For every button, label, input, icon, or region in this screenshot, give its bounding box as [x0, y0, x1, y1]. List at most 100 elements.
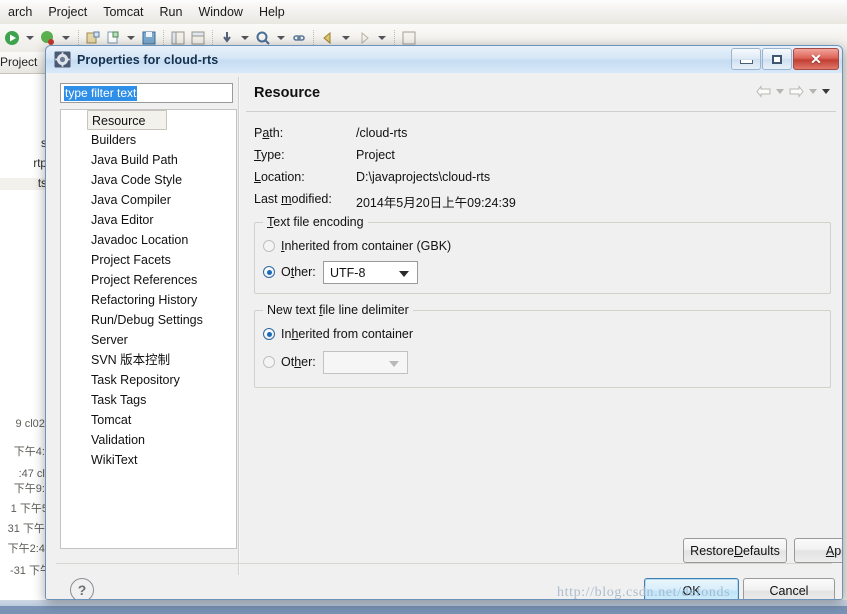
menu-bar: arch Project Tomcat Run Window Help: [0, 0, 847, 25]
encoding-inherited-radio-row[interactable]: Inherited from container (GBK): [263, 239, 451, 253]
type-value: Project: [356, 148, 395, 162]
dialog-body: type filter text Resource Builders Java …: [46, 73, 842, 599]
encoding-inherited-label: Inherited from container (GBK): [281, 239, 452, 253]
menu-item-help[interactable]: Help: [251, 3, 293, 21]
search-icon[interactable]: [255, 30, 271, 46]
text-file-encoding-group: Text file encoding Inherited from contai…: [254, 215, 831, 294]
tree-item-java-compiler[interactable]: Java Compiler: [61, 190, 236, 210]
tree-item-java-build-path[interactable]: Java Build Path: [61, 150, 236, 170]
help-icon[interactable]: ?: [70, 578, 94, 599]
page-title: Resource: [254, 85, 321, 101]
tree-item-validation[interactable]: Validation: [61, 430, 236, 450]
text-file-encoding-group-title: Text file encoding: [263, 215, 368, 229]
toolbar-separator-5: [394, 30, 395, 46]
menu-item-tomcat[interactable]: Tomcat: [95, 3, 151, 21]
back-dropdown-icon[interactable]: [342, 36, 350, 40]
new-wizard-icon[interactable]: [85, 30, 101, 46]
minimize-button[interactable]: [731, 48, 761, 70]
radio-icon[interactable]: [263, 266, 275, 278]
toolbar-separator-2: [163, 30, 164, 46]
toolbar-separator: [78, 30, 79, 46]
preference-tree[interactable]: Resource Builders Java Build Path Java C…: [60, 109, 237, 549]
delimiter-inherited-label: Inherited from container: [281, 327, 414, 341]
tree-item-java-editor[interactable]: Java Editor: [61, 210, 236, 230]
apply-button[interactable]: Apply: [794, 538, 842, 563]
tree-item-javadoc-location[interactable]: Javadoc Location: [61, 230, 236, 250]
footer-divider: [56, 563, 832, 564]
new-dropdown-icon[interactable]: [127, 36, 135, 40]
debug-dropdown-icon[interactable]: [62, 36, 70, 40]
view-icon[interactable]: [190, 30, 206, 46]
project-explorer-tab-label: Project: [0, 55, 38, 69]
save-icon[interactable]: [141, 30, 157, 46]
filter-input-value: type filter text: [64, 85, 138, 101]
link-icon[interactable]: [291, 30, 307, 46]
forward-nav-icon[interactable]: [356, 30, 372, 46]
tree-item-run-debug-settings[interactable]: Run/Debug Settings: [61, 310, 236, 330]
menu-item-search[interactable]: arch: [0, 3, 40, 21]
new-file-icon[interactable]: [105, 30, 121, 46]
tree-item-project-references[interactable]: Project References: [61, 270, 236, 290]
cancel-button[interactable]: Cancel: [743, 578, 835, 599]
back-chevron-down-icon[interactable]: [776, 89, 784, 94]
import-icon[interactable]: [219, 30, 235, 46]
maximize-button[interactable]: [762, 48, 792, 70]
tree-item-java-code-style[interactable]: Java Code Style: [61, 170, 236, 190]
delimiter-other-label: Other:: [281, 355, 316, 369]
tree-item-wikitext[interactable]: WikiText: [61, 450, 236, 470]
forward-chevron-down-icon[interactable]: [809, 89, 817, 94]
toolbar-separator-4: [313, 30, 314, 46]
page-header: Resource: [246, 77, 836, 112]
close-icon: ✕: [810, 51, 822, 67]
filter-input[interactable]: type filter text: [60, 83, 233, 103]
tree-item-server[interactable]: Server: [61, 330, 236, 350]
menu-item-project[interactable]: Project: [40, 3, 95, 21]
layout-icon[interactable]: [401, 30, 417, 46]
debug-icon[interactable]: [40, 30, 56, 46]
tree-item-builders[interactable]: Builders: [61, 130, 236, 150]
delimiter-inherited-radio-row[interactable]: Inherited from container: [263, 327, 413, 341]
tree-item-task-tags[interactable]: Task Tags: [61, 390, 236, 410]
dialog-title-bar[interactable]: Properties for cloud-rts ✕: [46, 46, 842, 74]
encoding-combo[interactable]: UTF-8: [323, 261, 418, 284]
perspective-icon[interactable]: [170, 30, 186, 46]
run-dropdown-icon[interactable]: [26, 36, 34, 40]
tree-item-refactoring-history[interactable]: Refactoring History: [61, 290, 236, 310]
menu-item-window[interactable]: Window: [190, 3, 250, 21]
search-dropdown-icon[interactable]: [277, 36, 285, 40]
chevron-down-icon: [399, 271, 409, 277]
page-menu-chevron-down-icon[interactable]: [822, 89, 830, 94]
back-arrow-icon[interactable]: [756, 85, 771, 98]
dialog-title: Properties for cloud-rts: [77, 52, 219, 67]
restore-defaults-button[interactable]: Restore Defaults: [683, 538, 787, 563]
radio-icon[interactable]: [263, 240, 275, 252]
import-dropdown-icon[interactable]: [241, 36, 249, 40]
close-button[interactable]: ✕: [793, 48, 839, 70]
last-modified-value: 2014年5月20日上午09:24:39: [356, 196, 516, 210]
run-icon[interactable]: [4, 30, 20, 46]
window-controls: ✕: [730, 48, 839, 70]
tree-item-svn[interactable]: SVN 版本控制: [61, 350, 236, 370]
tree-item-project-facets[interactable]: Project Facets: [61, 250, 236, 270]
location-value: D:\javaprojects\cloud-rts: [356, 170, 491, 184]
back-nav-icon[interactable]: [320, 30, 336, 46]
encoding-other-label: Other:: [281, 265, 316, 279]
radio-icon[interactable]: [263, 356, 275, 368]
tree-item-task-repository[interactable]: Task Repository: [61, 370, 236, 390]
path-value: /cloud-rts: [356, 126, 408, 140]
watermark: http://blog.csdn.net/defonds: [557, 585, 731, 600]
toolbar-separator-3: [212, 30, 213, 46]
path-label: Path:: [254, 126, 284, 140]
encoding-other-radio-row[interactable]: Other:: [263, 265, 316, 279]
radio-icon[interactable]: [263, 328, 275, 340]
delimiter-combo[interactable]: [323, 351, 408, 374]
forward-arrow-icon[interactable]: [789, 85, 804, 98]
menu-item-run[interactable]: Run: [152, 3, 191, 21]
type-label: Type:: [254, 148, 285, 162]
tree-item-resource[interactable]: Resource: [87, 110, 167, 130]
gear-icon: [54, 51, 71, 68]
tree-item-tomcat[interactable]: Tomcat: [61, 410, 236, 430]
delimiter-other-radio-row[interactable]: Other:: [263, 355, 316, 369]
maximize-icon: [772, 54, 782, 64]
forward-dropdown-icon[interactable]: [378, 36, 386, 40]
